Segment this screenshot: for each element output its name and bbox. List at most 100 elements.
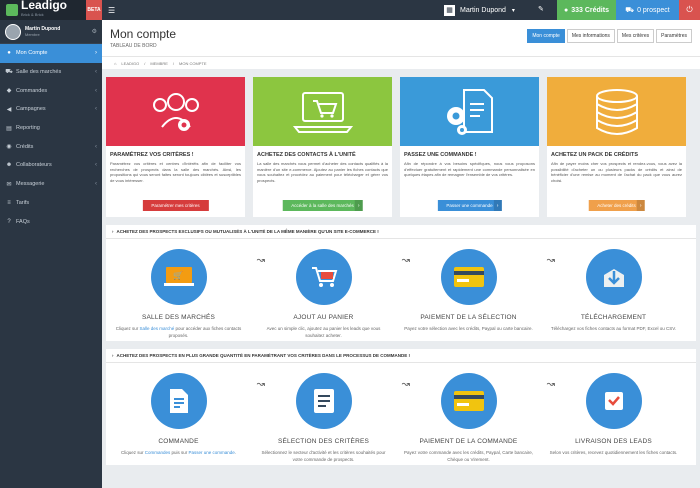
coins-icon: ◉ [6, 144, 12, 151]
parametrer-criteres-button[interactable]: Paramétrer mes critères [142, 200, 209, 211]
acceder-salle-button[interactable]: Accéder à la salle des marchés › [282, 200, 363, 211]
chevron-left-icon: ‹ [95, 87, 97, 94]
step-title: SALLE DES MARCHÉS [141, 314, 216, 321]
market-icon: 🛒 [150, 249, 207, 305]
card-banner [400, 77, 539, 146]
panel-unit-purchase: › ACHETEZ DES PROSPECTS EXCLUSIFS OU MUT… [106, 225, 696, 341]
logo-icon [6, 4, 18, 16]
users-gear-icon [152, 92, 199, 131]
step-text: Cliquez sur Salle des marché pour accéde… [115, 326, 242, 338]
steps: COMMANDE Cliquez sur Commandes puis sur … [106, 363, 696, 465]
acheter-credits-button[interactable]: Acheter des crédits › [588, 200, 645, 211]
card-contacts-unite: ACHETEZ DES CONTACTS À L'UNITÉ La salle … [253, 77, 392, 217]
cart-icon: ⛟ [5, 69, 13, 76]
tag-icon: ◆ [6, 88, 12, 95]
sidebar-item-mon-compte[interactable]: ● Mon Compte › [0, 44, 102, 63]
chevron-right-icon: › [112, 353, 114, 358]
step-title: SÉLECTION DES CRITÈRES [277, 438, 370, 445]
step-title: PAIEMENT DE LA SÉLECTION [420, 314, 517, 321]
mail-icon: ✉ [6, 181, 12, 188]
step-commande: COMMANDE Cliquez sur Commandes puis sur … [106, 373, 265, 465]
passer-commande-button[interactable]: Passer une commande › [437, 200, 502, 211]
sidebar-item-credits[interactable]: ◉ Crédits ‹ [0, 137, 102, 156]
cart-icon: ⛟ [625, 6, 635, 14]
delivery-icon [585, 373, 642, 429]
checklist-icon [295, 373, 352, 429]
step-title: COMMANDE [158, 438, 199, 445]
chevron-left-icon: ‹ [95, 69, 97, 76]
credits-icon: ● [564, 6, 569, 14]
sidebar-item-faqs[interactable]: ? FAQs [0, 212, 102, 231]
card-banner [106, 77, 245, 146]
chevron-down-icon: ▾ [511, 7, 515, 14]
sidebar-item-salle-des-marches[interactable]: ⛟ Salle des marchés ‹ [0, 63, 102, 82]
menu-icon[interactable]: ☰ [108, 6, 115, 15]
sidebar-item-messagerie[interactable]: ✉ Messagerie ‹ [0, 175, 102, 194]
step-telechargement: TÉLÉCHARGEMENT Téléchargez vos fiches co… [541, 249, 686, 341]
chevron-left-icon: ‹ [95, 162, 97, 169]
step-paiement-selection: PAIEMENT DE LA SÉLECTION Payez votre sél… [396, 249, 555, 341]
list-icon: ≡ [7, 199, 11, 206]
salle-des-marches-link[interactable]: Salle des marché [139, 326, 174, 331]
card-icon [440, 373, 497, 429]
tab-mon-compte[interactable]: Mon compte [527, 29, 565, 43]
user-role: Membre [25, 32, 40, 37]
card-icon [440, 249, 497, 305]
credits-button[interactable]: ● 333 Crédits [557, 0, 616, 20]
user-icon: ● [7, 50, 11, 57]
tab-mes-informations[interactable]: Mes informations [566, 29, 615, 43]
commandes-link[interactable]: Commandes [145, 450, 171, 455]
prospect-cart-button[interactable]: ⛟ 0 prospect [616, 0, 679, 20]
card-title: ACHETEZ DES CONTACTS À L'UNITÉ [257, 152, 356, 158]
breadcrumb-mon-compte: MON COMPTE [179, 60, 207, 66]
step-text: Avec un simple clic, ajoutez au panier l… [266, 326, 381, 338]
logo-bar: Leadigo Brick & Brick BETA [0, 0, 102, 20]
breadcrumb-membre[interactable]: MEMBRE [150, 61, 168, 66]
step-text: Payez votre commande avec les crédits, P… [403, 450, 534, 462]
action-cards: PARAMÉTREZ VOS CRITÈRES ! Paramétrez vos… [102, 77, 700, 217]
breadcrumb: ⌂ LEADIGO / MEMBRE / MON COMPTE [102, 56, 700, 69]
step-selection-criteres: SÉLECTION DES CRITÈRES Sélectionnez le s… [251, 373, 410, 465]
passer-commande-link[interactable]: Passer une commande [189, 450, 235, 455]
tab-parametres[interactable]: Paramètres [656, 29, 692, 43]
step-text: Payez votre sélection avec les crédits, … [404, 326, 533, 331]
sidebar-item-reporting[interactable]: ▤ Reporting [0, 119, 102, 138]
step-text: Selon vos critères, recevez quotidiennem… [549, 450, 678, 455]
chevron-left-icon: ‹ [95, 106, 97, 113]
sidebar-item-commandes[interactable]: ◆ Commandes ‹ [0, 81, 102, 100]
steps: 🛒 SALLE DES MARCHÉS Cliquez sur Salle de… [106, 239, 696, 341]
sidebar-item-campagnes[interactable]: ◀ Campagnes ‹ [0, 100, 102, 119]
card-text: La salle des marchés vous permet d'achet… [257, 161, 388, 183]
account-tabs: Mon compte Mes informations Mes critères… [525, 29, 692, 43]
step-title: TÉLÉCHARGEMENT [580, 314, 647, 321]
laptop-cart-icon [292, 91, 353, 133]
card-title: ACHETEZ UN PACK DE CRÉDITS [551, 152, 638, 158]
avatar[interactable] [5, 23, 21, 40]
order-icon [150, 373, 207, 429]
card-banner [253, 77, 392, 146]
svg-text:🛒: 🛒 [173, 270, 183, 280]
sidebar-item-tarifs[interactable]: ≡ Tarifs [0, 194, 102, 213]
step-text: Sélectionnez le secteur d'activité et le… [261, 450, 386, 462]
card-text: Afin de répondre à vos besoins spécifiqu… [404, 161, 535, 178]
sidebar-item-collaborateurs[interactable]: ☻ Collaborateurs ‹ [0, 156, 102, 175]
chevron-right-icon: › [95, 50, 97, 57]
tab-mes-criteres[interactable]: Mes critères [616, 29, 655, 43]
chat-icon[interactable]: ✎ [538, 5, 544, 13]
panel-order-purchase: › ACHETEZ DES PROSPECTS EN PLUS GRANDE Q… [106, 349, 696, 465]
building-icon: ▦ [444, 4, 455, 16]
logo[interactable]: Leadigo Brick & Brick [21, 0, 67, 20]
chevron-right-icon: › [112, 229, 114, 234]
breadcrumb-leadigo[interactable]: LEADIGO [121, 61, 139, 66]
sidebar-user-name: Martin Dupond Membre [25, 26, 61, 37]
gear-icon[interactable]: ⚙ [92, 28, 97, 35]
power-icon[interactable]: ⏻ [679, 0, 700, 20]
download-icon [585, 249, 642, 305]
help-icon: ? [7, 218, 11, 225]
arrow-right-icon: › [493, 200, 502, 211]
home-icon: ⌂ [114, 60, 117, 66]
arrow-right-icon: › [636, 200, 645, 211]
step-salle-des-marches: 🛒 SALLE DES MARCHÉS Cliquez sur Salle de… [106, 249, 265, 341]
step-text: Cliquez sur Commandes puis sur Passer un… [120, 450, 237, 455]
topbar-user-menu[interactable]: ▦ Martin Dupond ▾ [444, 0, 515, 20]
